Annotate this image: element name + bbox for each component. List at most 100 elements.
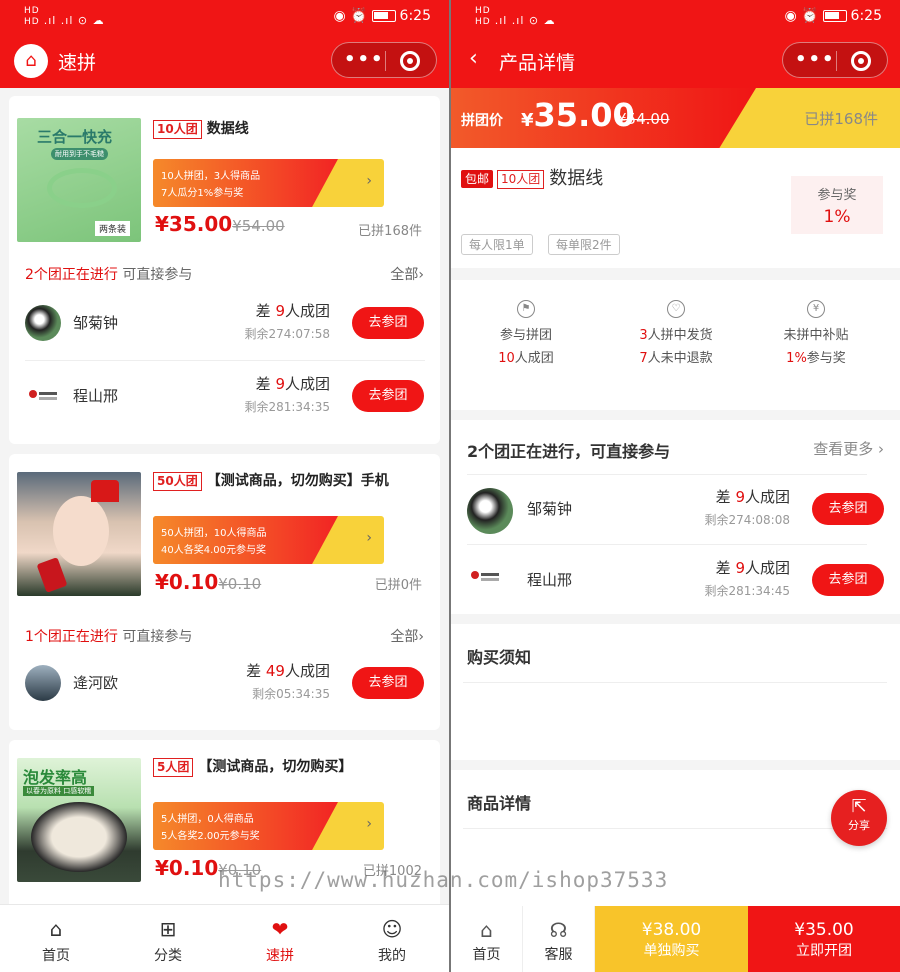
product-card[interactable]: 50人团 【测试商品，切勿购买】手机 50人拼团，10人得商品 40人各奖4.00… <box>9 454 440 730</box>
view-all-link[interactable]: 全部› <box>390 264 424 284</box>
start-group-button[interactable]: ¥35.00 立即开团 <box>748 906 900 972</box>
status-bar: HD HD .ıl .ıl ⊙ ☁ ◉ ⏰ 6:25 <box>0 0 449 34</box>
group-price-label: 拼团价 <box>461 113 503 129</box>
product-name: 50人团 【测试商品，切勿购买】手机 <box>153 470 389 491</box>
chevron-right-icon: › <box>366 173 372 189</box>
groups-in-progress: 1个团正在进行 可直接参与 <box>25 629 193 645</box>
members-needed: 差 9人成团 <box>255 302 330 320</box>
time-remaining: 剩余274:08:08 <box>704 513 790 527</box>
rule-delivery: ♡ 3人拼中发货 7人未中退款 <box>601 296 751 366</box>
promo-banner[interactable]: 50人拼团，10人得商品 40人各奖4.00元参与奖 › <box>153 516 384 564</box>
view-more-link[interactable]: 查看更多 › <box>813 438 884 459</box>
alarm-icon: ⏰ <box>801 8 819 24</box>
member-name: 程山邢 <box>73 387 119 405</box>
more-icon[interactable]: ••• <box>344 49 385 70</box>
promo-line: 7人瓜分1%参与奖 <box>161 188 244 199</box>
original-price: ¥54.00 <box>617 110 670 128</box>
promo-banner[interactable]: 10人拼团，3人得商品 7人瓜分1%参与奖 › <box>153 159 384 207</box>
more-icon[interactable]: ••• <box>795 49 836 70</box>
join-group-button[interactable]: 去参团 <box>812 493 884 525</box>
product-image[interactable]: 泡发率高 以春为原料 口感软糯 <box>17 758 141 882</box>
back-arrow-icon[interactable]: ‹ <box>469 46 478 71</box>
tab-category[interactable]: ⊞ 分类 <box>112 905 224 972</box>
product-name: 10人团 数据线 <box>153 118 249 139</box>
yen-icon: ¥ <box>807 300 825 318</box>
group-rules: ⚑ 参与拼团 10人成团 ♡ 3人拼中发货 7人未中退款 ¥ 未拼中补贴 1%参… <box>451 280 900 410</box>
members-needed: 差 9人成团 <box>715 559 790 577</box>
original-price: ¥0.10 <box>218 575 262 593</box>
image-subcaption: 以春为原料 口感软糯 <box>23 786 95 796</box>
image-caption: 三合一快充 <box>37 128 113 146</box>
time-remaining: 剩余281:34:35 <box>244 400 330 414</box>
product-card[interactable]: 泡发率高 以春为原料 口感软糯 5人团 【测试商品，切勿购买】 5人拼团，0人得商… <box>9 740 440 910</box>
signal-indicators: HD HD .ıl .ıl ⊙ ☁ <box>24 6 105 27</box>
image-caption: 泡发率高 <box>23 768 88 787</box>
product-image[interactable] <box>17 472 141 596</box>
image-subcaption: 耐用到手不毛糙 <box>51 148 108 160</box>
mini-program-capsule: ••• <box>331 42 437 78</box>
battery-icon <box>822 10 847 22</box>
status-right: ◉ ⏰ 6:25 <box>333 8 431 24</box>
product-info: 包邮 10人团 数据线 每人限1单 每单限2件 参与奖 1% <box>451 148 900 268</box>
promo-line: 10人拼团，3人得商品 <box>161 171 261 182</box>
price: ¥35.00¥54.00 <box>155 212 285 236</box>
free-shipping-badge: 包邮 <box>461 170 494 188</box>
section-title: 商品详情 <box>467 794 532 813</box>
alarm-icon: ⏰ <box>350 8 368 24</box>
tab-speed-group[interactable]: ❤ 速拼 <box>224 905 336 972</box>
participation-award: 参与奖 1% <box>791 176 883 234</box>
members-needed: 差 9人成团 <box>715 488 790 506</box>
close-target-icon[interactable] <box>400 51 420 71</box>
section-title: 2个团正在进行，可直接参与 <box>467 442 671 461</box>
avatar <box>25 305 61 341</box>
original-price: ¥0.10 <box>218 861 262 879</box>
grid-icon: ⊞ <box>159 917 177 941</box>
group-member-row: 邹菊钟 差 9人成团 剩余274:08:08 去参团 <box>451 474 900 544</box>
view-all-link[interactable]: 全部› <box>390 626 424 646</box>
bottom-tab-bar: ⌂ 首页 ⊞ 分类 ❤ 速拼 ☺ 我的 <box>0 904 449 972</box>
close-target-icon[interactable] <box>851 51 871 71</box>
team-size-badge: 5人团 <box>153 757 194 777</box>
group-member-row: 程山邢 差 9人成团 剩余281:34:45 去参团 <box>451 545 900 615</box>
rule-subsidy: ¥ 未拼中补贴 1%参与奖 <box>741 296 891 366</box>
join-group-button[interactable]: 去参团 <box>352 667 424 699</box>
chevron-right-icon: › <box>366 816 372 832</box>
flag-icon: ⚑ <box>517 300 535 318</box>
product-image[interactable]: 三合一快充 耐用到手不毛糙 两条装 <box>17 118 141 242</box>
page-title: 速拼 <box>58 52 97 74</box>
group-member-row: 程山邢 差 9人成团 剩余281:34:35 去参团 <box>9 361 440 431</box>
image-tag: 两条装 <box>95 221 131 236</box>
customer-service-button[interactable]: ☊ 客服 <box>523 906 595 972</box>
tab-home[interactable]: ⌂ 首页 <box>0 905 112 972</box>
home-icon[interactable]: ⌂ <box>14 44 48 78</box>
heart-icon: ❤ <box>271 917 289 941</box>
headset-icon: ☊ <box>549 918 568 942</box>
status-bar: HD HD .ıl .ıl ⊙ ☁ ◉ ⏰ 6:25 <box>451 0 900 34</box>
original-price: ¥54.00 <box>232 217 285 235</box>
members-needed: 差 49人成团 <box>246 662 330 680</box>
buy-alone-button[interactable]: ¥38.00 单独购买 <box>595 906 748 972</box>
join-group-button[interactable]: 去参团 <box>352 380 424 412</box>
member-name: 逄河欧 <box>73 674 119 692</box>
promo-line: 5人各奖2.00元参与奖 <box>161 831 260 842</box>
join-group-button[interactable]: 去参团 <box>812 564 884 596</box>
share-button[interactable]: ⇱ 分享 <box>831 790 887 846</box>
page-title: 产品详情 <box>499 52 576 74</box>
sold-count: 已拼0件 <box>374 578 422 593</box>
promo-banner[interactable]: 5人拼团，0人得商品 5人各奖2.00元参与奖 › <box>153 802 384 850</box>
signal-icon: .ıl .ıl ⊙ ☁ <box>43 14 105 27</box>
join-group-button[interactable]: 去参团 <box>352 307 424 339</box>
status-right: ◉ ⏰ 6:25 <box>784 8 882 24</box>
nav-bar: ⌂ 速拼 ••• <box>0 38 449 84</box>
product-name: 5人团 【测试商品，切勿购买】 <box>153 756 352 777</box>
avatar <box>467 488 513 534</box>
limit-per-person: 每人限1单 <box>461 234 533 255</box>
team-size-badge: 10人团 <box>497 169 545 189</box>
smile-icon: ☺ <box>381 917 403 941</box>
home-button[interactable]: ⌂ 首页 <box>451 906 523 972</box>
share-icon: ⇱ <box>851 796 867 817</box>
tab-mine[interactable]: ☺ 我的 <box>336 905 448 972</box>
avatar <box>467 559 513 605</box>
clock: 6:25 <box>399 8 431 24</box>
product-card[interactable]: 三合一快充 耐用到手不毛糙 两条装 10人团 数据线 10人拼团，3人得商品 7人… <box>9 96 440 444</box>
